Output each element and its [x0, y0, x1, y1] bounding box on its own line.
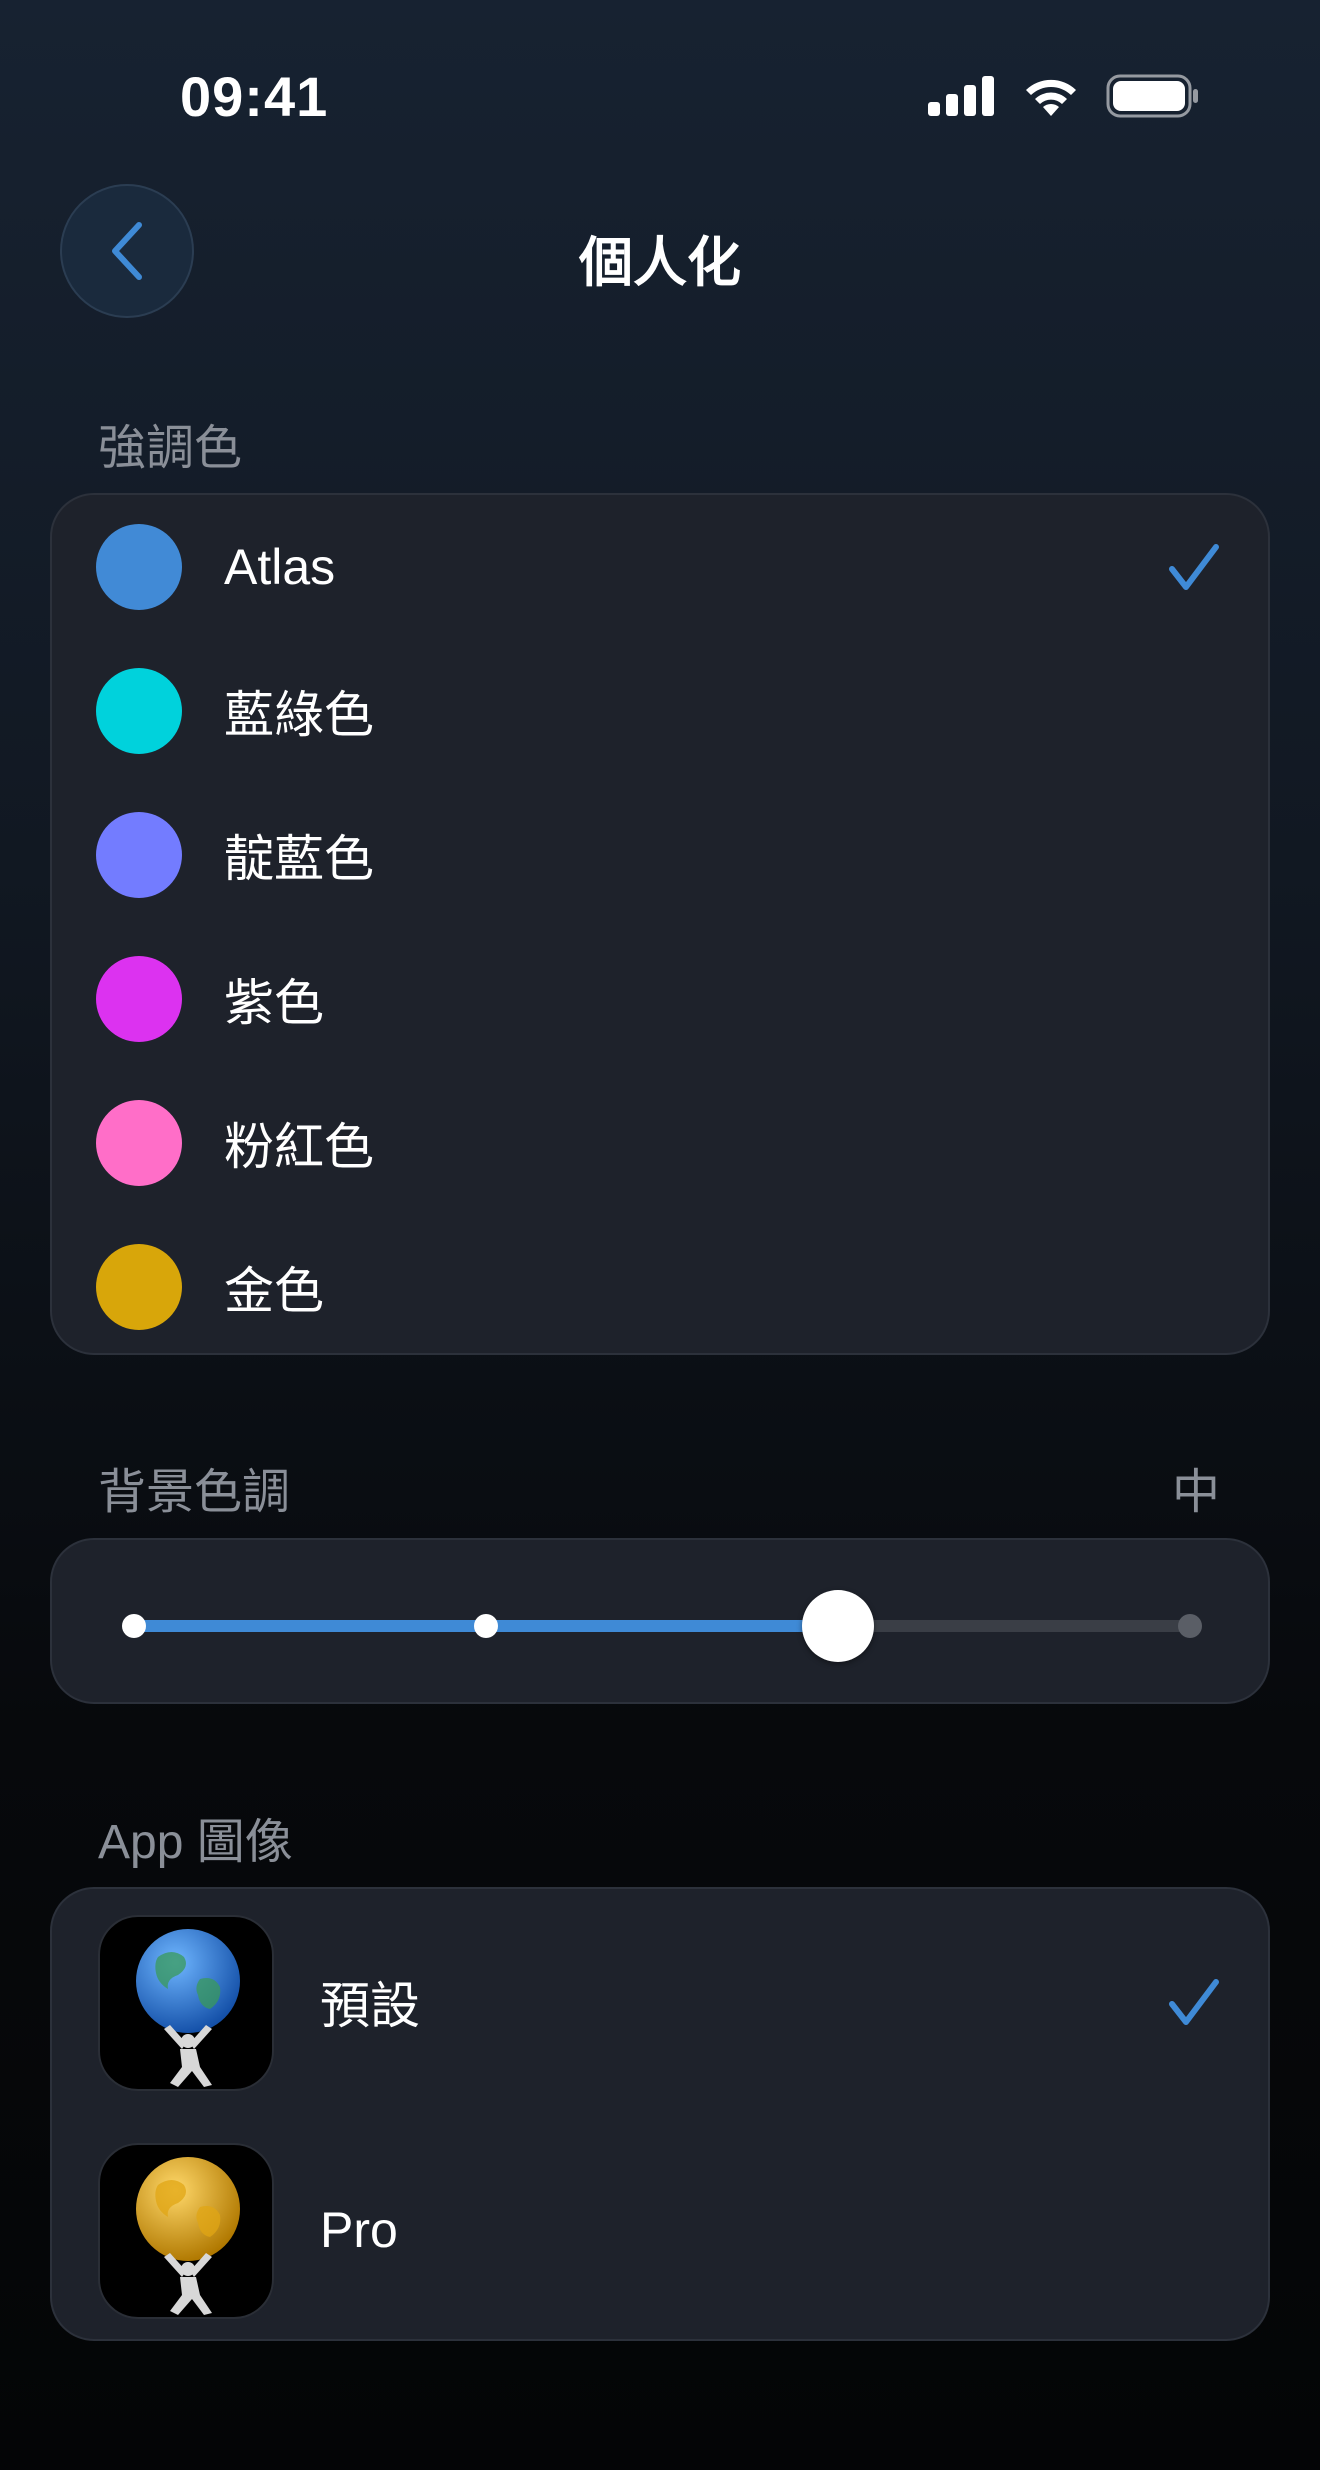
color-swatch [96, 1100, 182, 1186]
app-icon-option[interactable]: Pro [52, 2117, 1268, 2339]
app-icon-card: 預設 Pro [50, 1887, 1270, 2341]
accent-color-option[interactable]: 紫色 [52, 927, 1268, 1071]
slider-track[interactable] [122, 1590, 1202, 1662]
atlas-gold-globe-icon [98, 2143, 274, 2319]
accent-color-label: 藍綠色 [224, 687, 374, 743]
slider-stop[interactable] [474, 1614, 498, 1638]
color-swatch [96, 812, 182, 898]
background-tone-card [50, 1538, 1270, 1704]
page-title: 個人化 [579, 233, 741, 293]
battery-icon [1106, 74, 1198, 118]
color-swatch [96, 668, 182, 754]
accent-color-option[interactable]: 金色 [52, 1215, 1268, 1353]
accent-color-option[interactable]: 粉紅色 [52, 1071, 1268, 1215]
app-icon-label: 預設 [320, 1978, 420, 2034]
accent-color-label: Atlas [224, 539, 336, 595]
app-icon-option[interactable]: 預設 [52, 1889, 1268, 2115]
atlas-blue-globe-icon [98, 1915, 274, 2091]
status-icons [928, 70, 1200, 122]
app-icon-label: Pro [320, 2202, 398, 2258]
accent-color-header: 強調色 [98, 422, 243, 475]
accent-color-label: 靛藍色 [224, 831, 374, 887]
accent-color-label: 粉紅色 [224, 1119, 374, 1175]
accent-color-label: 金色 [224, 1263, 324, 1319]
accent-color-label: 紫色 [224, 975, 324, 1031]
color-swatch [96, 956, 182, 1042]
background-tone-slider[interactable] [52, 1540, 1268, 1702]
status-bar: 09:41 [0, 0, 1320, 200]
wifi-icon [1026, 79, 1076, 116]
background-tone-value: 中 [1171, 1466, 1220, 1519]
background-tone-header: 背景色調 [98, 1466, 291, 1519]
color-swatch [96, 1244, 182, 1330]
slider-stop[interactable] [122, 1614, 146, 1638]
cellular-signal-icon [928, 76, 994, 116]
app-icon-header: App 圖像 [98, 1816, 293, 1869]
status-time: 09:41 [180, 65, 329, 128]
accent-color-option[interactable]: Atlas [52, 495, 1268, 639]
checkmark-icon [1169, 544, 1219, 590]
color-swatch [96, 524, 182, 610]
slider-stop[interactable] [1178, 1614, 1202, 1638]
accent-color-option[interactable]: 靛藍色 [52, 783, 1268, 927]
slider-thumb[interactable] [802, 1590, 874, 1662]
accent-color-card: Atlas 藍綠色靛藍色紫色粉紅色金色 [50, 493, 1270, 1355]
accent-color-option[interactable]: 藍綠色 [52, 639, 1268, 783]
checkmark-icon [1169, 1979, 1219, 2025]
